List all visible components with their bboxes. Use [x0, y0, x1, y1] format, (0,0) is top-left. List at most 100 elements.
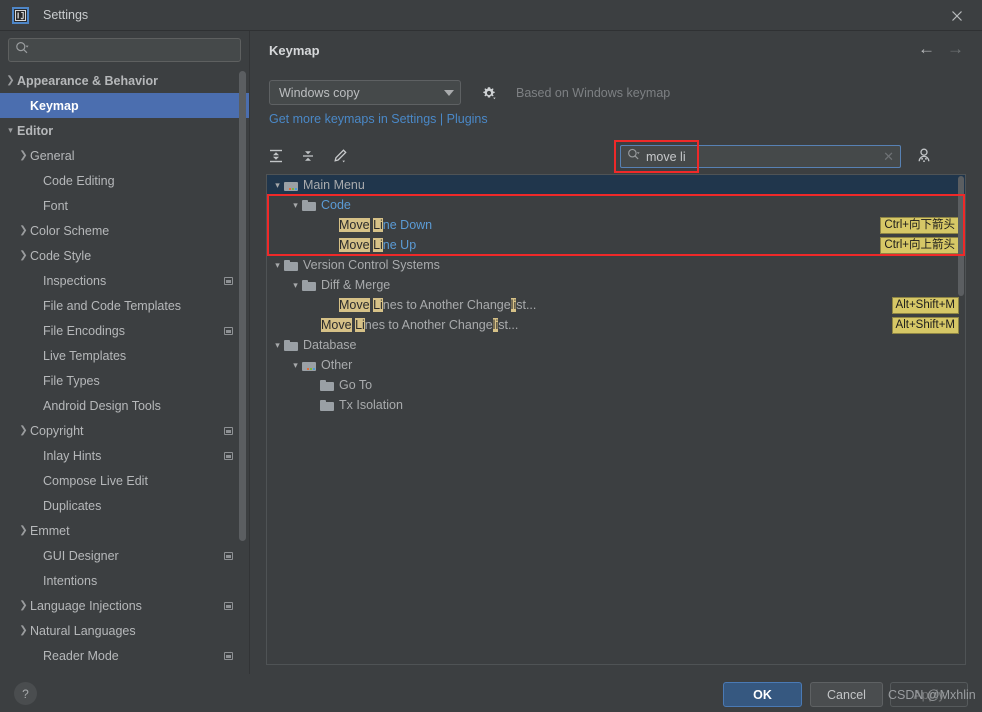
sidebar-item-intentions[interactable]: Intentions — [0, 568, 249, 593]
sidebar-item-reader-mode[interactable]: Reader Mode — [0, 643, 249, 668]
sidebar-item-label: General — [30, 148, 75, 163]
project-scope-icon — [224, 601, 233, 610]
gear-icon[interactable] — [480, 84, 498, 102]
chevron-down-icon[interactable]: ▾ — [271, 340, 284, 351]
chevron-down-icon[interactable]: ▾ — [4, 125, 17, 136]
sidebar-item-label: Copyright — [30, 423, 84, 438]
chevron-down-icon[interactable]: ▾ — [271, 180, 284, 191]
chevron-right-icon[interactable]: ❯ — [17, 625, 30, 636]
tree-row-label: Database — [303, 338, 357, 352]
tree-row-move-line-up[interactable]: Move Line Up Ctrl+向上箭头 — [267, 235, 965, 255]
tree-row-code-group[interactable]: ▾ Code — [267, 195, 965, 215]
sidebar-item-file-encodings[interactable]: File Encodings — [0, 318, 249, 343]
keymap-tree-scrollbar-thumb[interactable] — [958, 176, 964, 296]
sidebar-item-color-scheme[interactable]: ❯ Color Scheme — [0, 218, 249, 243]
sidebar-item-copyright[interactable]: ❯ Copyright — [0, 418, 249, 443]
match-highlight: Move — [339, 238, 370, 252]
sidebar-item-inlay-hints[interactable]: Inlay Hints — [0, 443, 249, 468]
folder-icon — [302, 199, 316, 211]
sidebar-item-android-design-tools[interactable]: Android Design Tools — [0, 393, 249, 418]
expand-all-button[interactable] — [263, 144, 289, 168]
tree-row-label: Tx Isolation — [339, 398, 403, 412]
sidebar-item-duplicates[interactable]: Duplicates — [0, 493, 249, 518]
label-text: ne Down — [382, 218, 433, 232]
sidebar-item-label: Language Injections — [30, 598, 142, 613]
label-text: ne Up — [382, 238, 417, 252]
sidebar-item-file-and-code-templates[interactable]: File and Code Templates — [0, 293, 249, 318]
tree-row-database[interactable]: ▾ Database — [267, 335, 965, 355]
tree-row-main-menu[interactable]: ▾ Main Menu — [267, 175, 965, 195]
sidebar-search-input[interactable] — [33, 43, 234, 57]
chevron-down-icon[interactable]: ▾ — [271, 260, 284, 271]
sidebar-item-emmet[interactable]: ❯ Emmet — [0, 518, 249, 543]
edit-shortcut-button[interactable] — [327, 144, 353, 168]
tree-row-version-control-systems[interactable]: ▾ Version Control Systems — [267, 255, 965, 275]
chevron-right-icon[interactable]: ❯ — [17, 425, 30, 436]
sidebar-item-inspections[interactable]: Inspections — [0, 268, 249, 293]
keymap-search-box[interactable]: ✕ — [620, 145, 901, 168]
sidebar-search-box[interactable] — [8, 38, 241, 62]
keymap-select[interactable]: Windows copy — [269, 80, 461, 105]
tree-row-label: Move Lines to Another Changelist... — [321, 318, 518, 332]
sidebar-item-general[interactable]: ❯ General — [0, 143, 249, 168]
tree-row-move-lines-to-another-changelist-2[interactable]: Move Lines to Another Changelist... Alt+S… — [267, 315, 965, 335]
search-icon — [15, 41, 29, 60]
chevron-down-icon[interactable]: ▾ — [289, 360, 302, 371]
label-text: Database — [303, 338, 357, 352]
tree-row-other[interactable]: ▾ Other — [267, 355, 965, 375]
sidebar-item-font[interactable]: Font — [0, 193, 249, 218]
match-highlight: Move — [321, 318, 352, 332]
sidebar-item-gui-designer[interactable]: GUI Designer — [0, 543, 249, 568]
sidebar-scrollbar-thumb[interactable] — [239, 71, 246, 541]
keymap-tree[interactable]: ▾ Main Menu ▾ Code Move Line Down Ctrl+向下箭头 Mo… — [266, 174, 966, 665]
tree-row-label: Go To — [339, 378, 372, 392]
tree-row-move-line-down[interactable]: Move Line Down Ctrl+向下箭头 — [267, 215, 965, 235]
chevron-right-icon[interactable]: ❯ — [17, 525, 30, 536]
sidebar-item-list: ❯ Appearance & Behavior Keymap ▾ Editor ❯ Gene… — [0, 68, 249, 674]
ok-button[interactable]: OK — [723, 682, 802, 707]
sidebar-item-label: Keymap — [30, 98, 79, 113]
based-on-label: Based on Windows keymap — [516, 85, 671, 100]
chevron-right-icon[interactable]: ❯ — [17, 250, 30, 261]
tree-row-diff-and-merge[interactable]: ▾ Diff & Merge — [267, 275, 965, 295]
find-by-shortcut-icon[interactable] — [912, 144, 936, 168]
sidebar-item-language-injections[interactable]: ❯ Language Injections — [0, 593, 249, 618]
keymap-search-input[interactable] — [646, 149, 884, 164]
cancel-button[interactable]: Cancel — [810, 682, 883, 707]
help-button[interactable]: ? — [14, 682, 37, 705]
chevron-down-icon — [444, 89, 454, 96]
get-more-keymaps-link[interactable]: Get more keymaps in Settings | Plugins — [269, 112, 488, 126]
tree-row-move-lines-to-another-changelist-1[interactable]: Move Lines to Another Changelist... Alt+S… — [267, 295, 965, 315]
tree-row-label: Move Line Down — [339, 218, 432, 232]
sidebar-item-keymap[interactable]: Keymap — [0, 93, 249, 118]
chevron-right-icon[interactable]: ❯ — [4, 75, 17, 86]
chevron-right-icon[interactable]: ❯ — [17, 600, 30, 611]
sidebar-scrollbar[interactable] — [239, 66, 246, 666]
chevron-right-icon[interactable]: ❯ — [17, 150, 30, 161]
tree-row-go-to[interactable]: Go To — [267, 375, 965, 395]
sidebar-item-natural-languages[interactable]: ❯ Natural Languages — [0, 618, 249, 643]
clear-icon[interactable]: ✕ — [883, 149, 894, 165]
keymap-tree-rows: ▾ Main Menu ▾ Code Move Line Down Ctrl+向下箭头 Mo… — [267, 175, 965, 415]
chevron-right-icon[interactable]: ❯ — [17, 225, 30, 236]
sidebar-item-code-style[interactable]: ❯ Code Style — [0, 243, 249, 268]
collapse-all-button[interactable] — [295, 144, 321, 168]
arrow-left-icon[interactable]: ← — [918, 40, 935, 57]
sidebar-item-editor[interactable]: ▾ Editor — [0, 118, 249, 143]
label-text: st... — [516, 298, 537, 312]
panel-nav-arrows: ← → — [918, 40, 964, 57]
sidebar-item-file-types[interactable]: File Types — [0, 368, 249, 393]
sidebar-item-appearance-behavior[interactable]: ❯ Appearance & Behavior — [0, 68, 249, 93]
chevron-down-icon[interactable]: ▾ — [289, 200, 302, 211]
sidebar-item-live-templates[interactable]: Live Templates — [0, 343, 249, 368]
close-icon[interactable] — [942, 5, 972, 27]
tree-row-tx-isolation[interactable]: Tx Isolation — [267, 395, 965, 415]
sidebar-item-label: Emmet — [30, 523, 70, 538]
chevron-down-icon[interactable]: ▾ — [289, 280, 302, 291]
sidebar-item-code-editing[interactable]: Code Editing — [0, 168, 249, 193]
match-highlight: Move — [339, 218, 370, 232]
sidebar-item-label: Duplicates — [43, 498, 102, 513]
folder-icon — [320, 379, 334, 391]
sidebar-item-compose-live-edit[interactable]: Compose Live Edit — [0, 468, 249, 493]
arrow-right-icon[interactable]: → — [947, 40, 964, 57]
